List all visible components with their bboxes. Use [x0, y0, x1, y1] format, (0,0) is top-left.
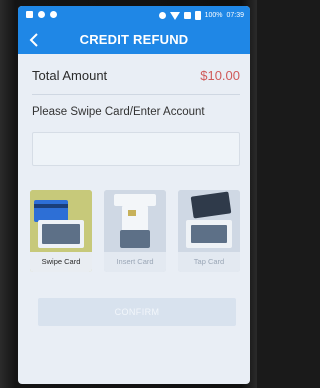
app-icon [38, 11, 45, 18]
status-left-icons [26, 11, 57, 18]
card-options: Swipe Card Insert Card Tap Card [30, 190, 240, 272]
battery-percent: 100% [204, 12, 223, 19]
app-bar: CREDIT REFUND [18, 26, 250, 54]
status-time: 07:39 [226, 12, 244, 19]
insert-card-label: Insert Card [104, 252, 166, 272]
total-row: Total Amount $10.00 [32, 68, 240, 88]
divider [32, 94, 240, 95]
swipe-card-label: Swipe Card [30, 252, 92, 272]
total-label: Total Amount [32, 68, 108, 83]
swipe-card-option[interactable]: Swipe Card [30, 190, 92, 272]
insert-card-option[interactable]: Insert Card [104, 190, 166, 272]
status-bar: 100% 07:39 [18, 6, 250, 26]
tap-card-label: Tap Card [178, 252, 240, 272]
bluetooth-icon [158, 12, 166, 19]
signal-icon [183, 12, 191, 19]
location-icon [50, 11, 57, 18]
wifi-icon [169, 11, 180, 20]
device-screen: 100% 07:39 CREDIT REFUND Total Amount $1… [18, 6, 250, 384]
notification-icon [26, 11, 33, 18]
account-input[interactable] [32, 132, 240, 166]
tap-card-icon [178, 190, 240, 252]
tap-card-option[interactable]: Tap Card [178, 190, 240, 272]
confirm-button[interactable]: CONFIRM [38, 298, 236, 326]
page-title: CREDIT REFUND [79, 32, 189, 47]
instruction-text: Please Swipe Card/Enter Account [32, 106, 205, 118]
total-amount: $10.00 [200, 68, 240, 83]
battery-icon [194, 11, 201, 20]
insert-card-icon [104, 190, 166, 252]
swipe-card-icon [30, 190, 92, 252]
status-right-icons: 100% 07:39 [158, 11, 244, 20]
